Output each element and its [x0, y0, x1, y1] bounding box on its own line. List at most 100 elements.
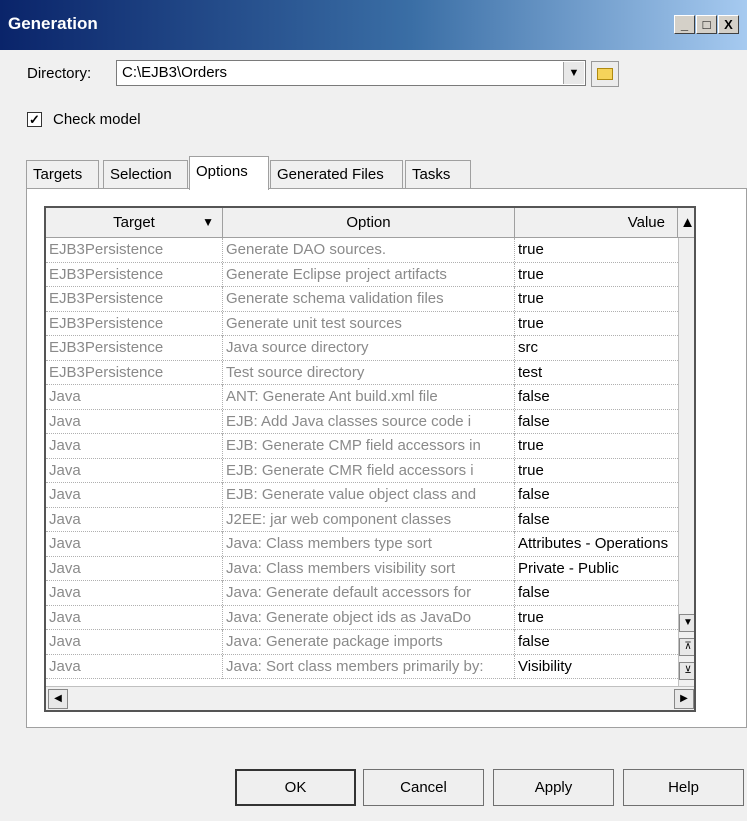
option-cell: EJB: Add Java classes source code i — [223, 409, 515, 434]
value-cell[interactable]: true — [515, 606, 678, 630]
value-cell[interactable]: false — [515, 410, 678, 434]
value-cell[interactable]: Private - Public — [515, 557, 678, 581]
maximize-button[interactable]: □ — [696, 15, 717, 34]
table-row[interactable]: Java Java: Generate default accessors for… — [46, 581, 678, 606]
option-cell: Java: Generate package imports — [223, 630, 515, 654]
column-header-value[interactable]: Value — [515, 208, 678, 238]
tab-targets[interactable]: Targets — [26, 160, 99, 188]
title-bar[interactable]: Generation _ □ X — [0, 0, 747, 50]
target-cell: Java — [46, 458, 223, 483]
column-header-target[interactable]: Target ▼ — [46, 208, 223, 238]
grid-header: Target ▼ Option Value ▲ — [46, 208, 694, 238]
value-cell[interactable]: true — [515, 263, 678, 287]
help-button[interactable]: Help — [623, 769, 744, 806]
folder-icon — [597, 68, 613, 80]
table-row[interactable]: Java Java: Sort class members primarily b… — [46, 654, 678, 679]
table-row[interactable]: EJB3Persistence Generate unit test source… — [46, 311, 678, 336]
option-cell: Java source directory — [223, 336, 515, 360]
generation-dialog: Generation _ □ X Directory: C:\EJB3\Orde… — [0, 0, 747, 821]
option-cell: Java: Class members visibility sort — [223, 556, 515, 581]
target-cell: Java — [46, 605, 223, 630]
option-cell: Generate schema validation files — [223, 287, 515, 311]
scroll-up-button[interactable]: ▲ — [678, 208, 694, 238]
value-cell[interactable]: true — [515, 238, 678, 262]
target-cell: EJB3Persistence — [46, 238, 223, 262]
option-cell: EJB: Generate CMP field accessors in — [223, 434, 515, 458]
value-cell[interactable]: Attributes - Operations — [515, 532, 678, 556]
target-cell: Java — [46, 532, 223, 556]
table-row[interactable]: EJB3Persistence Generate DAO sources. true — [46, 238, 678, 263]
cancel-button[interactable]: Cancel — [363, 769, 484, 806]
value-cell[interactable]: test — [515, 361, 678, 385]
table-row[interactable]: Java Java: Class members type sort Attribu… — [46, 532, 678, 557]
target-cell: Java — [46, 581, 223, 605]
check-model-checkbox[interactable]: ✓ — [27, 112, 42, 127]
minimize-button[interactable]: _ — [674, 15, 695, 34]
scroll-down-button[interactable]: ▼ — [679, 614, 694, 632]
check-model-label[interactable]: Check model — [53, 111, 141, 128]
value-cell[interactable]: true — [515, 459, 678, 483]
table-row[interactable]: Java EJB: Generate value object class and… — [46, 483, 678, 508]
value-cell[interactable]: src — [515, 336, 678, 360]
value-cell[interactable]: false — [515, 581, 678, 605]
option-cell: ANT: Generate Ant build.xml file — [223, 385, 515, 409]
scroll-to-bottom-button[interactable]: ⊻ — [679, 662, 694, 680]
option-cell: Test source directory — [223, 360, 515, 385]
scroll-right-button[interactable]: ▶ — [674, 689, 694, 709]
vertical-scrollbar[interactable]: ▼ ⊼ ⊻ — [678, 238, 694, 686]
target-cell: EJB3Persistence — [46, 360, 223, 385]
scroll-left-button[interactable]: ◀ — [48, 689, 68, 709]
column-header-option[interactable]: Option — [223, 208, 515, 238]
table-row[interactable]: Java EJB: Add Java classes source code if… — [46, 409, 678, 434]
tab-options[interactable]: Options — [189, 156, 269, 190]
option-cell: EJB: Generate CMR field accessors i — [223, 458, 515, 483]
directory-combobox[interactable]: C:\EJB3\Orders ▼ — [116, 60, 586, 86]
target-cell: EJB3Persistence — [46, 262, 223, 287]
tab-generated-files[interactable]: Generated Files — [270, 160, 403, 188]
table-row[interactable]: EJB3Persistence Generate schema validatio… — [46, 287, 678, 312]
table-row[interactable]: Java J2EE: jar web component classes false — [46, 507, 678, 532]
table-row[interactable]: EJB3Persistence Generate Eclipse project … — [46, 262, 678, 287]
horizontal-scrollbar[interactable]: ◀ ▶ — [46, 686, 694, 710]
value-cell[interactable]: false — [515, 483, 678, 507]
value-cell[interactable]: Visibility — [515, 655, 678, 679]
option-cell: Java: Sort class members primarily by: — [223, 654, 515, 679]
value-cell[interactable]: true — [515, 434, 678, 458]
dropdown-arrow-icon[interactable]: ▼ — [563, 62, 584, 84]
table-row[interactable]: Java EJB: Generate CMR field accessors it… — [46, 458, 678, 483]
scroll-track[interactable] — [679, 238, 694, 614]
table-row[interactable]: EJB3Persistence Java source directory src — [46, 336, 678, 361]
close-button[interactable]: X — [718, 15, 739, 34]
table-row[interactable]: Java ANT: Generate Ant build.xml file fals… — [46, 385, 678, 410]
ok-button[interactable]: OK — [235, 769, 356, 806]
target-cell: Java — [46, 630, 223, 654]
value-cell[interactable]: false — [515, 508, 678, 532]
table-row[interactable]: Java Java: Class members visibility sort P… — [46, 556, 678, 581]
options-grid: Target ▼ Option Value ▲ EJB3Persistence G… — [44, 206, 696, 712]
target-cell: Java — [46, 507, 223, 532]
table-row[interactable]: Java Java: Generate object ids as JavaDo t… — [46, 605, 678, 630]
table-row[interactable]: EJB3Persistence Test source directory test — [46, 360, 678, 385]
sort-arrow-icon[interactable]: ▼ — [202, 208, 214, 237]
target-cell: Java — [46, 483, 223, 507]
value-cell[interactable]: true — [515, 312, 678, 336]
target-cell: EJB3Persistence — [46, 336, 223, 360]
apply-button[interactable]: Apply — [493, 769, 614, 806]
target-cell: Java — [46, 654, 223, 679]
target-cell: Java — [46, 409, 223, 434]
scroll-to-top-button[interactable]: ⊼ — [679, 638, 694, 656]
target-cell: Java — [46, 385, 223, 409]
directory-value: C:\EJB3\Orders — [122, 64, 228, 81]
directory-label: Directory: — [27, 65, 92, 82]
tab-selection[interactable]: Selection — [103, 160, 188, 188]
browse-folder-button[interactable] — [591, 61, 619, 87]
option-cell: J2EE: jar web component classes — [223, 507, 515, 532]
table-row[interactable]: Java EJB: Generate CMP field accessors in… — [46, 434, 678, 459]
value-cell[interactable]: false — [515, 385, 678, 409]
table-row[interactable]: Java Java: Generate package imports false — [46, 630, 678, 655]
value-cell[interactable]: true — [515, 287, 678, 311]
target-cell: Java — [46, 434, 223, 458]
value-cell[interactable]: false — [515, 630, 678, 654]
tab-tasks[interactable]: Tasks — [405, 160, 471, 188]
option-cell: EJB: Generate value object class and — [223, 483, 515, 507]
